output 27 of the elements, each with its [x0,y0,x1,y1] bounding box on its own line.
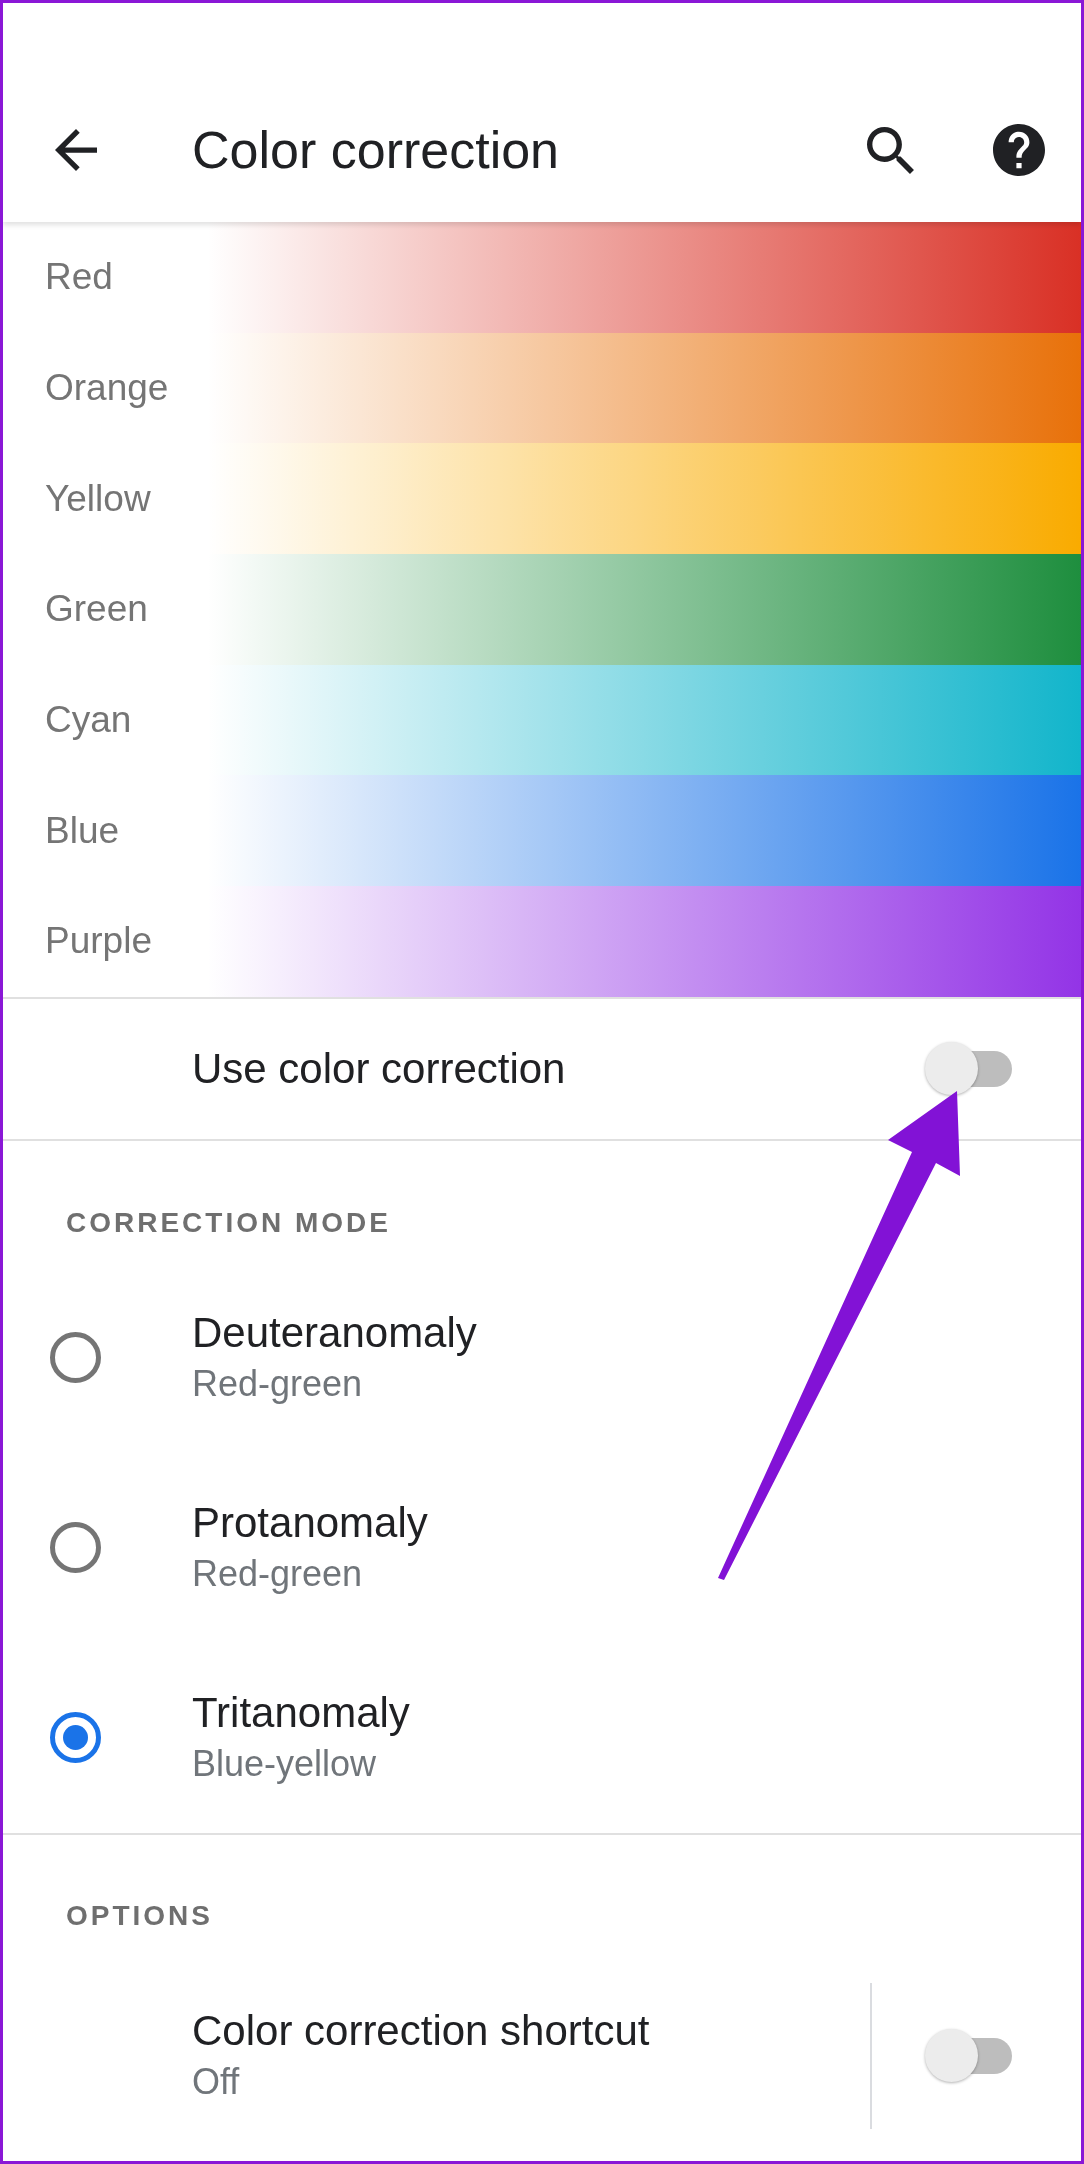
color-name: Cyan [45,699,132,742]
color-name: Purple [45,920,152,963]
search-icon[interactable] [867,126,914,174]
back-arrow-icon[interactable] [55,129,97,171]
option-title: Protanomaly [192,1497,428,1548]
color-name: Orange [45,367,169,410]
option-subtitle: Red-green [192,1361,363,1406]
section-heading: CORRECTION MODE [66,1205,391,1240]
option-title: Tritanomaly [192,1687,410,1738]
setting-label: Use color correction [192,1044,566,1095]
page-title: Color correction [192,120,560,181]
option-subtitle: Blue-yellow [192,1741,377,1786]
setting-status: Off [192,2059,240,2104]
toggle-switch[interactable] [925,1042,1012,1096]
setting-label: Color correction shortcut [192,2005,650,2056]
toggle-switch[interactable] [925,2029,1012,2083]
section-heading: OPTIONS [66,1898,213,1933]
option-subtitle: Red-green [192,1551,363,1596]
radio-button[interactable] [50,1522,101,1574]
color-name: Green [45,588,148,631]
color-name: Red [45,256,113,299]
radio-button[interactable] [50,1712,101,1764]
color-name: Blue [45,809,120,852]
color-name: Yellow [45,477,151,520]
radio-button[interactable] [50,1332,101,1384]
help-icon[interactable] [993,124,1045,176]
option-title: Deuteranomaly [192,1307,477,1358]
